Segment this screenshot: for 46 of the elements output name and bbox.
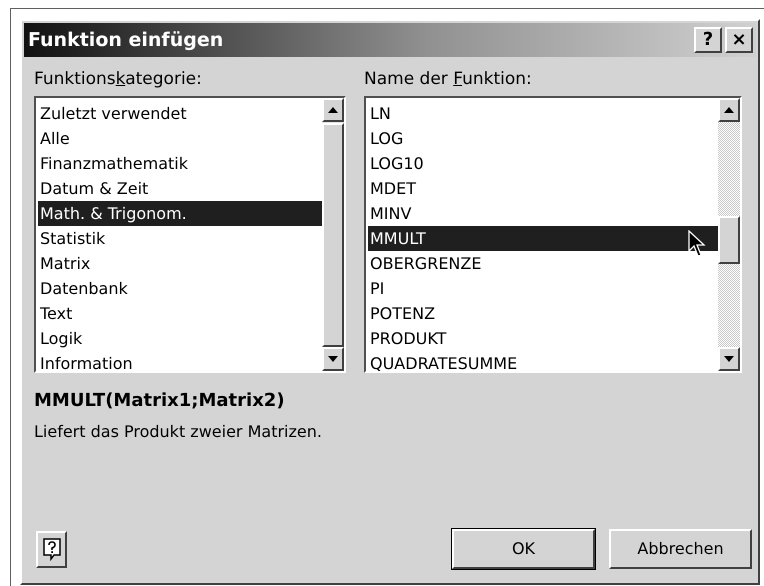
list-label: Funktionskategorie: bbox=[34, 69, 202, 90]
help-button[interactable]: ? bbox=[694, 27, 722, 53]
list-label: Name der Funktion: bbox=[364, 69, 532, 90]
up-triangle-icon bbox=[724, 107, 734, 114]
function-description: Liefert das Produkt zweier Matrizen. bbox=[34, 421, 322, 444]
function-syntax: MMULT(Matrix1;Matrix2) bbox=[34, 389, 285, 414]
window-title: Funktion einfügen bbox=[28, 28, 224, 53]
list-item[interactable]: MMULT bbox=[368, 226, 718, 252]
list-item[interactable]: Alle bbox=[38, 126, 322, 152]
list-item[interactable]: Finanzmathematik bbox=[38, 151, 322, 176]
help-button[interactable] bbox=[36, 530, 67, 568]
list-item[interactable]: OBERGRENZE bbox=[368, 251, 718, 276]
list-item[interactable]: LOG10 bbox=[368, 151, 718, 176]
scrollbar-thumb[interactable] bbox=[718, 216, 740, 264]
mouse-pointer-icon bbox=[688, 230, 706, 258]
list-item[interactable]: POTENZ bbox=[368, 301, 718, 326]
ok-button[interactable]: OK bbox=[452, 529, 595, 569]
scrollbar-thumb[interactable] bbox=[322, 123, 344, 348]
list-item[interactable]: Zuletzt verwendet bbox=[38, 101, 322, 126]
list-item[interactable]: MINV bbox=[368, 201, 718, 226]
list-item[interactable]: Statistik bbox=[38, 226, 322, 252]
scroll-up-button[interactable] bbox=[322, 98, 344, 122]
down-triangle-icon bbox=[724, 356, 734, 362]
cancel-button[interactable]: Abbrechen bbox=[609, 529, 752, 569]
list-item[interactable]: Math. & Trigonom. bbox=[38, 201, 322, 226]
list-item[interactable]: Datenbank bbox=[38, 276, 322, 302]
list-item[interactable]: Information bbox=[38, 351, 322, 372]
help-icon bbox=[42, 537, 62, 561]
list-item[interactable]: LN bbox=[368, 101, 718, 126]
list-item[interactable]: Text bbox=[38, 301, 322, 326]
list-item[interactable]: Logik bbox=[38, 326, 322, 352]
scroll-up-button[interactable] bbox=[718, 98, 740, 122]
list-item[interactable]: PRODUKT bbox=[368, 326, 718, 352]
list-item[interactable]: MDET bbox=[368, 176, 718, 202]
list-item[interactable]: LOG bbox=[368, 126, 718, 152]
list-item[interactable]: PI bbox=[368, 276, 718, 302]
scroll-down-button[interactable] bbox=[718, 347, 740, 372]
list-item[interactable]: Datum & Zeit bbox=[38, 176, 322, 202]
list-item[interactable]: Matrix bbox=[38, 251, 322, 276]
close-button[interactable]: × bbox=[725, 27, 753, 53]
list-item[interactable]: QUADRATESUMME bbox=[368, 351, 718, 372]
up-triangle-icon bbox=[328, 107, 338, 114]
scrollbar[interactable] bbox=[322, 98, 344, 372]
scrollbar[interactable] bbox=[718, 98, 740, 372]
scroll-down-button[interactable] bbox=[322, 347, 344, 372]
down-triangle-icon bbox=[328, 356, 338, 362]
